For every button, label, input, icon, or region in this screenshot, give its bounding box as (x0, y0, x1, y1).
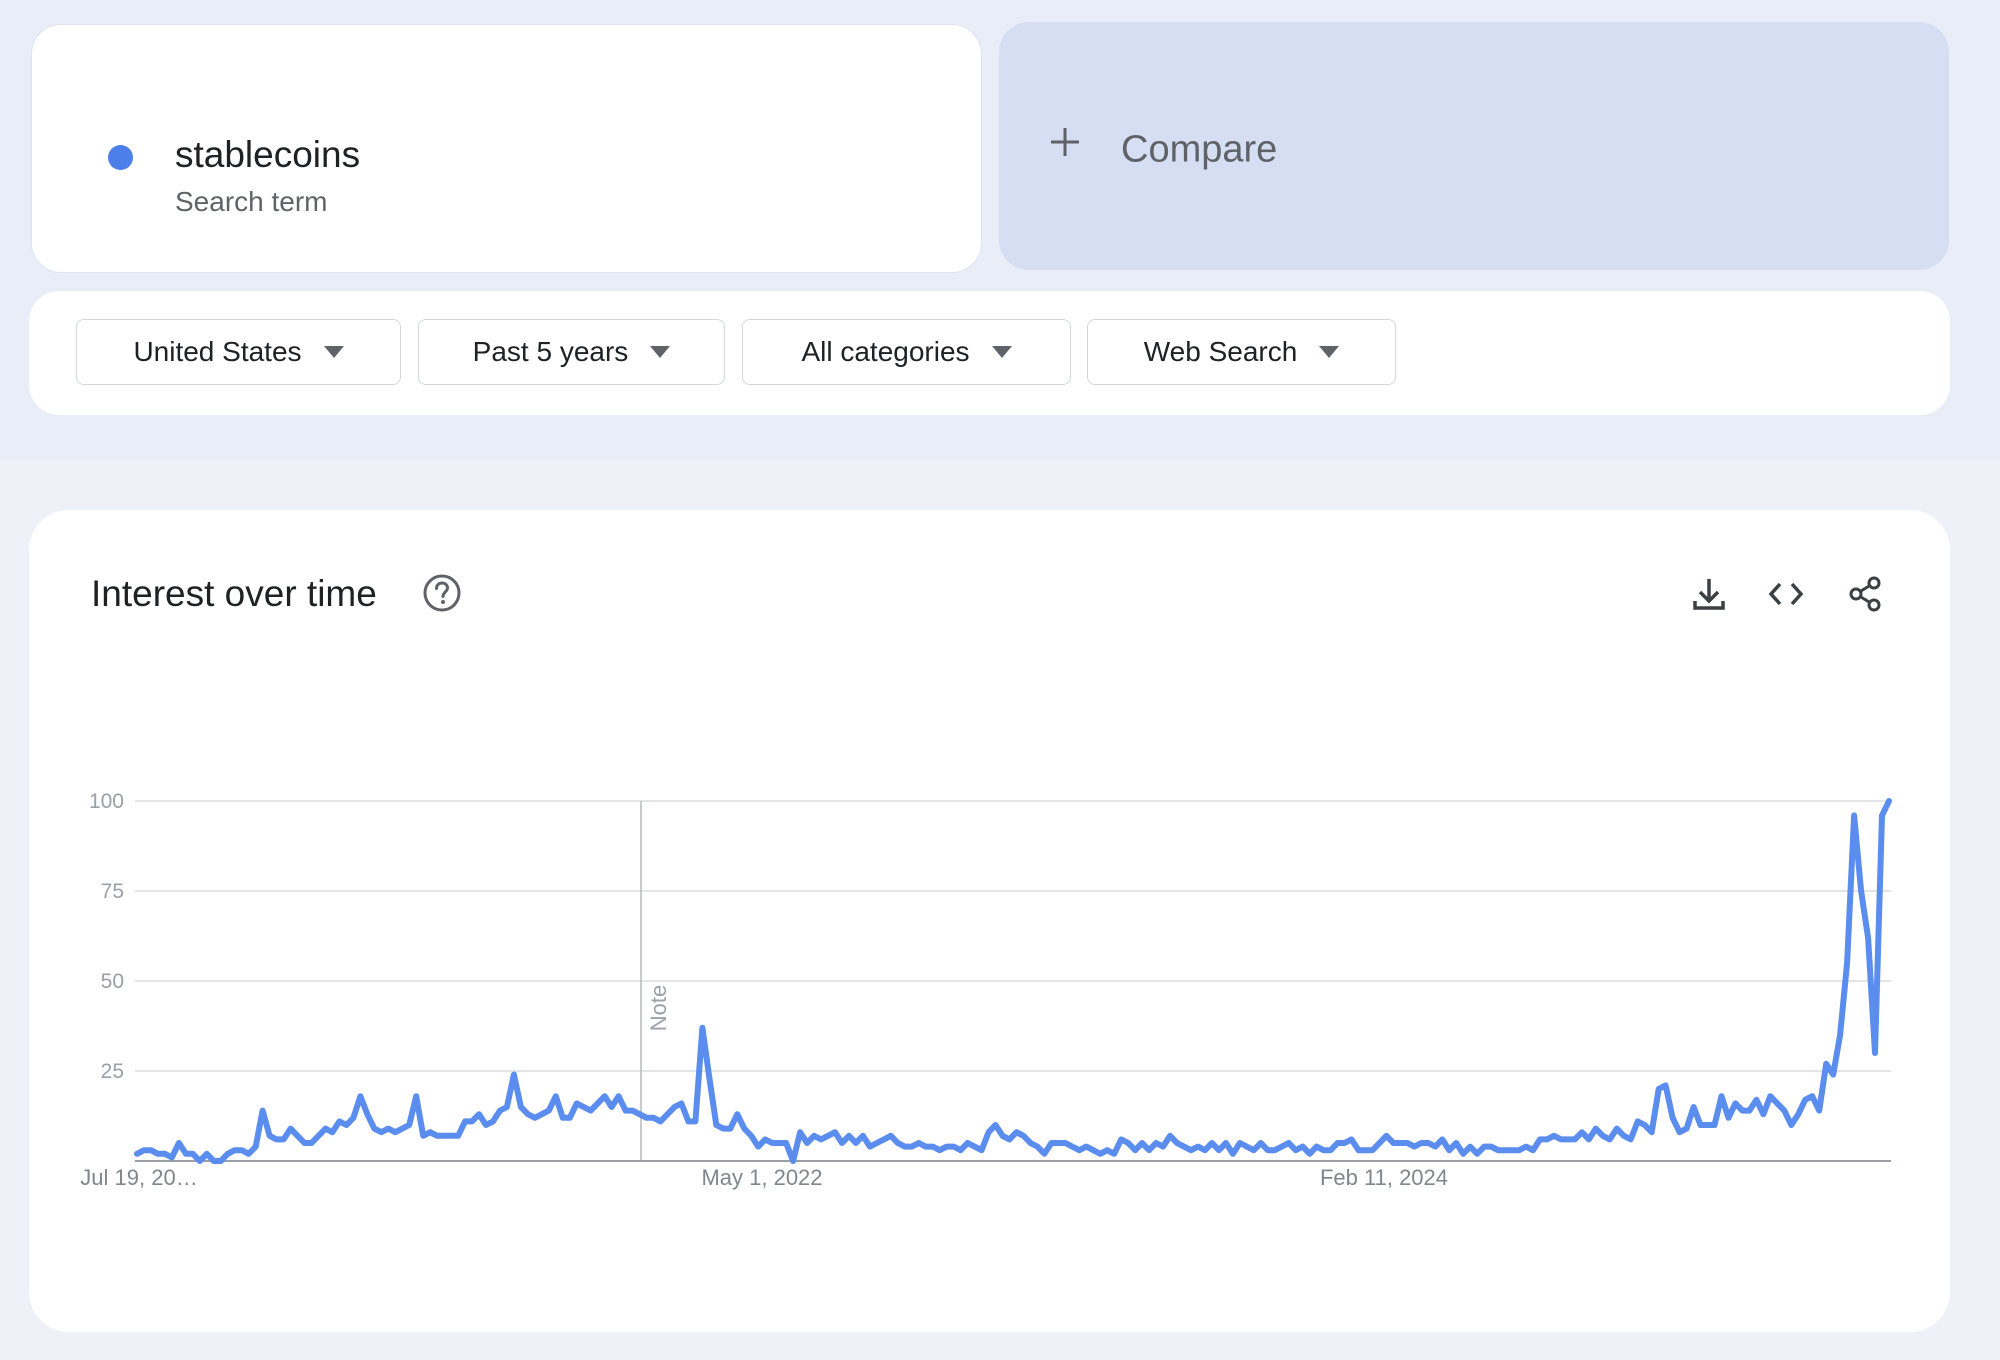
time-range-dropdown-label: Past 5 years (472, 336, 629, 367)
compare-label: Compare (1121, 128, 1278, 171)
note-marker-label: Note (646, 985, 671, 1031)
dropdown-caret-icon (1319, 346, 1340, 358)
search-type-dropdown[interactable]: Web Search (1087, 319, 1396, 385)
category-dropdown-label: All categories (801, 336, 970, 367)
x-tick-label: May 1, 2022 (701, 1165, 822, 1190)
dropdown-caret-icon (323, 346, 344, 358)
x-tick-label: Jul 19, 20… (80, 1165, 197, 1190)
interest-over-time-panel: Interest over time Note 100 75 50 25 Jul 19… (29, 510, 1950, 1332)
plus-icon (1051, 128, 1079, 156)
region-dropdown-label: United States (133, 336, 302, 367)
search-type-dropdown-label: Web Search (1143, 336, 1298, 367)
search-term-type: Search term (175, 186, 328, 217)
y-tick-label: 75 (101, 880, 124, 903)
y-axis-ticks: 100 75 50 25 (89, 790, 124, 1083)
dropdown-caret-icon (650, 346, 671, 358)
category-dropdown[interactable]: All categories (742, 319, 1071, 385)
search-term-card[interactable]: stablecoins Search term (31, 24, 982, 273)
y-tick-label: 25 (101, 1060, 124, 1083)
gridlines (135, 800, 1891, 1072)
search-term-name: stablecoins (175, 134, 361, 175)
x-tick-label: Feb 11, 2024 (1320, 1165, 1448, 1190)
region-dropdown[interactable]: United States (76, 319, 401, 385)
interest-line-chart: Note 100 75 50 25 Jul 19, 20… May 1, 2022 Feb… (80, 790, 1892, 1190)
time-range-dropdown[interactable]: Past 5 years (418, 319, 725, 385)
x-axis-ticks: Jul 19, 20… May 1, 2022 Feb 11, 2024 (80, 1165, 1448, 1190)
dropdown-caret-icon (991, 346, 1012, 358)
compare-button[interactable]: Compare (999, 22, 1949, 270)
y-tick-label: 100 (89, 790, 124, 813)
series-color-dot (108, 145, 133, 170)
y-tick-label: 50 (101, 970, 124, 993)
filter-bar: United States Past 5 years All categorie… (29, 291, 1950, 415)
